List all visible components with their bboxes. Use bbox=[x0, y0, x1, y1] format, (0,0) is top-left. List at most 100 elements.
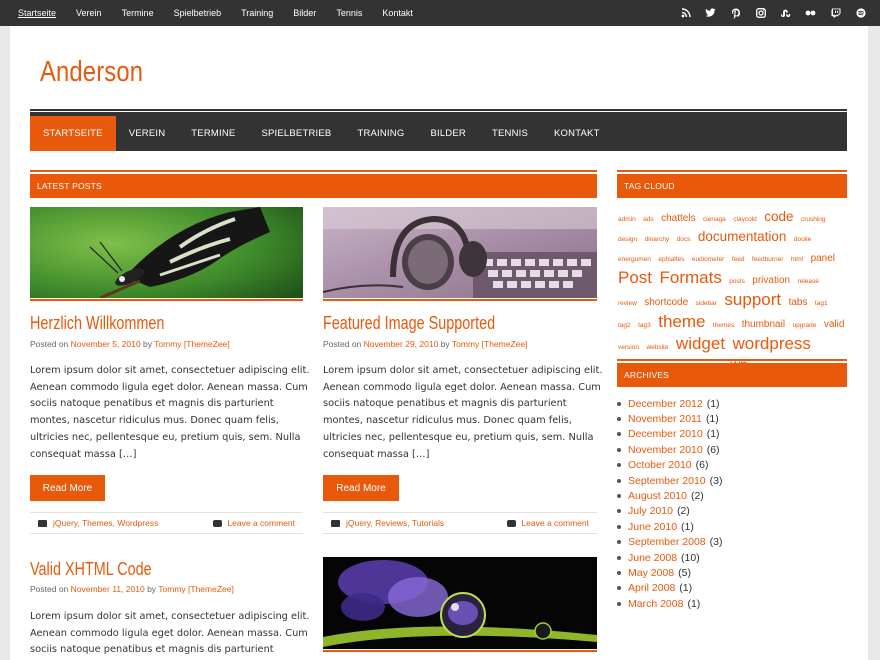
tag-link[interactable]: html bbox=[791, 256, 803, 263]
mainnav-spielbetrieb[interactable]: SPIELBETRIEB bbox=[248, 116, 344, 151]
tag-link[interactable]: sidebar bbox=[696, 300, 717, 307]
site-title[interactable]: Anderson bbox=[40, 56, 143, 89]
tag-link[interactable]: ephialtes bbox=[658, 256, 684, 263]
mainnav-startseite[interactable]: STARTSEITE bbox=[30, 116, 116, 151]
twitch-icon[interactable] bbox=[830, 8, 841, 19]
tag-link[interactable]: admin bbox=[618, 216, 636, 223]
tag-link[interactable]: documentation bbox=[698, 229, 787, 244]
topnav-training[interactable]: Training bbox=[241, 8, 273, 18]
tag-link[interactable]: themes bbox=[713, 322, 734, 329]
post-categories[interactable]: jQuery, Reviews, Tutorials bbox=[346, 518, 444, 528]
archive-month-link[interactable]: December 2010 bbox=[628, 428, 703, 440]
tag-link[interactable]: code bbox=[764, 209, 793, 224]
tag-link[interactable]: docs bbox=[677, 236, 691, 243]
tag-link[interactable]: tag3 bbox=[638, 322, 651, 329]
archive-month-link[interactable]: June 2008 bbox=[628, 552, 677, 564]
read-more-button[interactable]: Read More bbox=[323, 475, 399, 501]
post-title-featured-image-supported[interactable]: Featured Image Supported bbox=[323, 313, 495, 334]
post-title-herzlich-willkommen[interactable]: Herzlich Willkommen bbox=[30, 313, 164, 334]
rss-icon[interactable] bbox=[680, 8, 691, 19]
tag-link[interactable]: theme bbox=[658, 312, 705, 331]
stumbleupon-icon[interactable] bbox=[780, 8, 791, 19]
archive-month-link[interactable]: June 2010 bbox=[628, 521, 677, 533]
archive-item: December 2010 (1) bbox=[617, 427, 722, 442]
tag-link[interactable]: review bbox=[618, 300, 637, 307]
tag-link[interactable]: thumbnail bbox=[742, 319, 785, 330]
tag-link[interactable]: posts bbox=[729, 278, 745, 285]
topnav-startseite[interactable]: Startseite bbox=[18, 8, 56, 18]
archive-month-link[interactable]: September 2008 bbox=[628, 536, 706, 548]
archive-month-link[interactable]: March 2008 bbox=[628, 598, 683, 610]
tag-link[interactable]: panel bbox=[811, 253, 835, 264]
mainnav-verein[interactable]: VEREIN bbox=[116, 116, 179, 151]
mainnav-termine[interactable]: TERMINE bbox=[178, 116, 248, 151]
archive-month-link[interactable]: October 2010 bbox=[628, 459, 692, 471]
post-author[interactable]: Tommy [ThemeZee] bbox=[452, 339, 528, 349]
topnav-tennis[interactable]: Tennis bbox=[336, 8, 362, 18]
post-thumbnail-butterfly[interactable] bbox=[30, 207, 303, 298]
archive-item: September 2008 (3) bbox=[617, 535, 722, 550]
topnav-termine[interactable]: Termine bbox=[122, 8, 154, 18]
post-date[interactable]: November 29, 2010 bbox=[364, 339, 439, 349]
instagram-icon[interactable] bbox=[755, 8, 766, 19]
tag-link[interactable]: chattels bbox=[661, 213, 695, 224]
tag-link[interactable]: website bbox=[646, 344, 668, 351]
tag-link[interactable]: cienaga bbox=[703, 216, 726, 223]
tag-link[interactable]: version bbox=[618, 344, 639, 351]
tag-link[interactable]: Post bbox=[618, 268, 652, 287]
tag-link[interactable]: valid bbox=[824, 319, 845, 330]
post-thumbnail-waterdrop[interactable] bbox=[323, 557, 597, 649]
read-more-button[interactable]: Read More bbox=[30, 475, 105, 501]
archive-month-link[interactable]: December 2012 bbox=[628, 398, 703, 410]
tag-link[interactable]: widget bbox=[676, 334, 725, 353]
leave-comment-link[interactable]: Leave a comment bbox=[521, 518, 589, 528]
tag-link[interactable]: energumen bbox=[618, 256, 651, 263]
tag-link[interactable]: crushing bbox=[801, 216, 826, 223]
archive-month-link[interactable]: November 2010 bbox=[628, 444, 703, 456]
tag-link[interactable]: design bbox=[618, 236, 637, 243]
tag-link[interactable]: wordpress bbox=[733, 334, 811, 353]
post-thumbnail-headphones[interactable] bbox=[323, 207, 597, 298]
topnav-spielbetrieb[interactable]: Spielbetrieb bbox=[174, 8, 222, 18]
tag-link[interactable]: support bbox=[724, 290, 781, 309]
tag-link[interactable]: feed bbox=[732, 256, 745, 263]
twitter-icon[interactable] bbox=[705, 8, 716, 19]
tag-link[interactable]: dinarchy bbox=[645, 236, 670, 243]
topnav-bilder[interactable]: Bilder bbox=[293, 8, 316, 18]
tag-link[interactable]: Formats bbox=[659, 268, 721, 287]
topnav-kontakt[interactable]: Kontakt bbox=[382, 8, 413, 18]
tag-link[interactable]: release bbox=[798, 278, 819, 285]
archive-month-link[interactable]: April 2008 bbox=[628, 582, 675, 594]
tag-link[interactable]: tag1 bbox=[815, 300, 828, 307]
leave-comment-link[interactable]: Leave a comment bbox=[227, 518, 295, 528]
post-categories[interactable]: jQuery, Themes, Wordpress bbox=[53, 518, 158, 528]
archive-month-link[interactable]: May 2008 bbox=[628, 567, 674, 579]
tag-link[interactable]: doolie bbox=[794, 236, 811, 243]
tag-link[interactable]: privation bbox=[752, 275, 790, 286]
tag-link[interactable]: tag2 bbox=[618, 322, 631, 329]
mainnav-training[interactable]: TRAINING bbox=[344, 116, 417, 151]
tag-link[interactable]: feedburner bbox=[752, 256, 783, 263]
tag-link[interactable]: claycold bbox=[733, 216, 756, 223]
tag-link[interactable]: eudiometer bbox=[692, 256, 725, 263]
mainnav-tennis[interactable]: TENNIS bbox=[479, 116, 541, 151]
post-author[interactable]: Tommy [ThemeZee] bbox=[154, 339, 230, 349]
mainnav-kontakt[interactable]: KONTAKT bbox=[541, 116, 613, 151]
post-date[interactable]: November 5, 2010 bbox=[71, 339, 141, 349]
post-date[interactable]: November 11, 2010 bbox=[71, 584, 145, 594]
topnav-verein[interactable]: Verein bbox=[76, 8, 102, 18]
flickr-icon[interactable] bbox=[805, 8, 816, 19]
archive-month-link[interactable]: July 2010 bbox=[628, 505, 673, 517]
spotify-icon[interactable] bbox=[855, 8, 866, 19]
archive-month-link[interactable]: November 2011 bbox=[628, 413, 702, 425]
tag-link[interactable]: shortcode bbox=[644, 297, 688, 308]
post-title-valid-xhtml-code[interactable]: Valid XHTML Code bbox=[30, 559, 152, 580]
mainnav-bilder[interactable]: BILDER bbox=[417, 116, 479, 151]
pinterest-icon[interactable] bbox=[730, 8, 741, 19]
tag-link[interactable]: upgrade bbox=[793, 322, 817, 329]
tag-link[interactable]: ads bbox=[643, 216, 653, 223]
post-author[interactable]: Tommy [ThemeZee] bbox=[158, 584, 234, 594]
archive-month-link[interactable]: August 2010 bbox=[628, 490, 687, 502]
tag-link[interactable]: tabs bbox=[789, 297, 808, 308]
archive-month-link[interactable]: September 2010 bbox=[628, 475, 706, 487]
